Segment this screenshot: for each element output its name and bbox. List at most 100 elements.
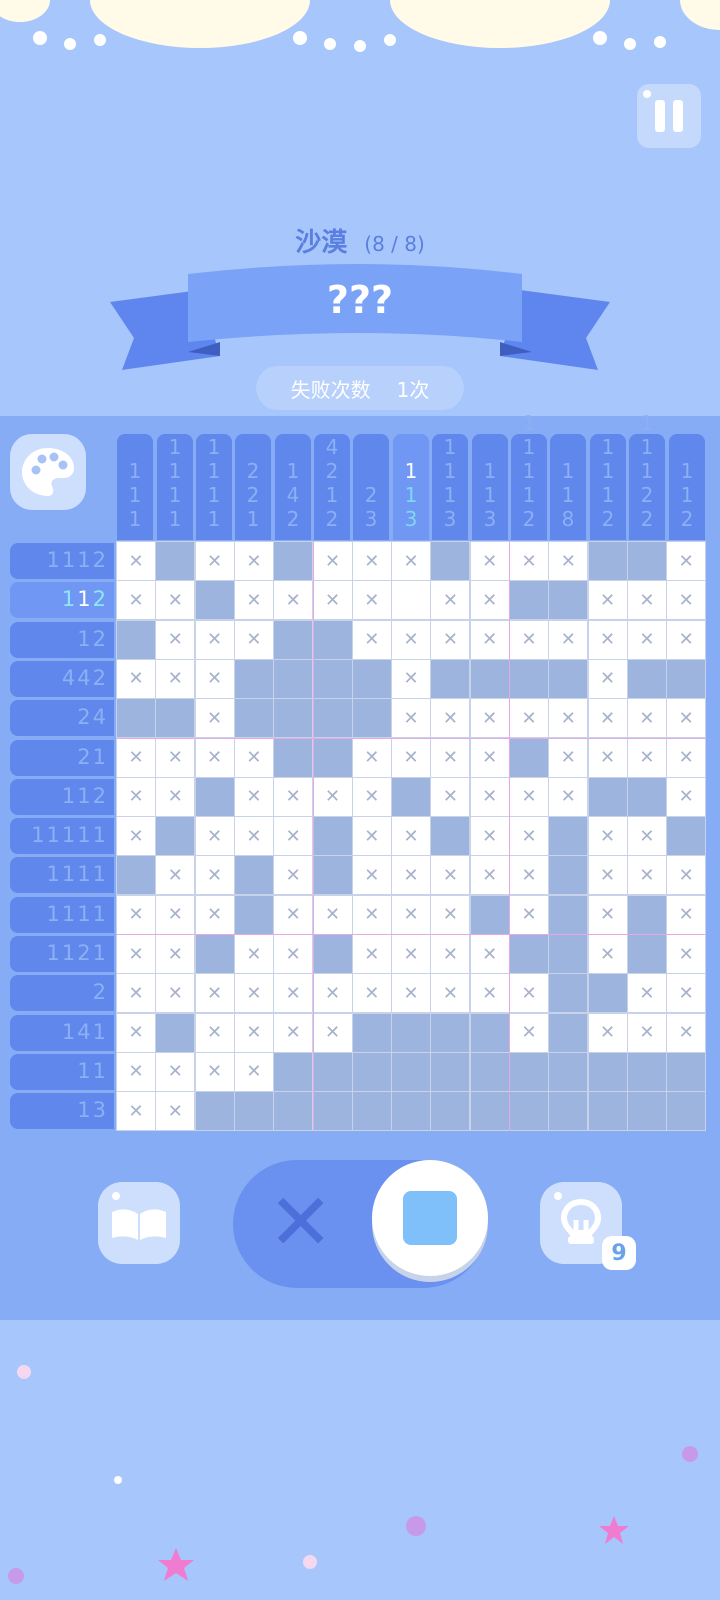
cross-icon[interactable]: ✕ [268,1184,333,1262]
grid-cell[interactable] [313,620,352,659]
grid-cell[interactable]: ✕ [667,856,706,895]
grid-cell[interactable] [627,1092,666,1131]
grid-cell[interactable]: ✕ [313,974,352,1013]
grid-cell[interactable] [392,777,431,816]
grid-cell[interactable]: ✕ [313,777,352,816]
grid-cell[interactable]: ✕ [117,738,155,777]
grid-cell[interactable]: ✕ [470,699,509,738]
grid-cell[interactable]: ✕ [549,777,588,816]
grid-cell[interactable]: ✕ [510,895,548,934]
grid-cell[interactable]: ✕ [431,620,470,659]
grid-cell[interactable]: ✕ [117,659,155,698]
grid-cell[interactable] [588,542,627,580]
grid-cell[interactable] [667,817,706,856]
grid-cell[interactable]: ✕ [392,620,431,659]
palette-button[interactable] [10,434,86,510]
grid-cell[interactable]: ✕ [234,542,273,580]
grid-cell[interactable]: ✕ [117,817,155,856]
grid-cell[interactable]: ✕ [117,581,155,620]
grid-cell[interactable]: ✕ [392,738,431,777]
grid-cell[interactable] [274,738,313,777]
grid-cell[interactable]: ✕ [470,777,509,816]
grid-cell[interactable]: ✕ [588,699,627,738]
grid-cell[interactable] [392,1092,431,1131]
grid-cell[interactable]: ✕ [352,738,391,777]
grid-cell[interactable]: ✕ [667,1013,706,1052]
grid-cell[interactable] [470,1092,509,1131]
grid-cell[interactable] [313,738,352,777]
grid-cell[interactable] [549,974,588,1013]
grid-cell[interactable]: ✕ [431,974,470,1013]
grid-cell[interactable] [234,659,273,698]
grid-cell[interactable] [431,1092,470,1131]
grid-cell[interactable]: ✕ [195,542,234,580]
grid-cell[interactable] [667,659,706,698]
grid-cell[interactable]: ✕ [274,974,313,1013]
grid-cell[interactable]: ✕ [156,659,195,698]
grid-cell[interactable]: ✕ [510,542,548,580]
grid-cell[interactable] [588,974,627,1013]
grid-cell[interactable] [117,856,155,895]
grid-cell[interactable]: ✕ [470,856,509,895]
grid-cell[interactable] [549,1052,588,1091]
grid-cell[interactable] [627,659,666,698]
grid-cell[interactable] [352,1052,391,1091]
grid-cell[interactable] [274,659,313,698]
grid-cell[interactable]: ✕ [234,738,273,777]
grid-cell[interactable]: ✕ [627,738,666,777]
grid-cell[interactable] [313,1052,352,1091]
grid-cell[interactable]: ✕ [627,1013,666,1052]
grid-cell[interactable]: ✕ [195,856,234,895]
grid-cell[interactable]: ✕ [352,895,391,934]
grid-cell[interactable]: ✕ [156,581,195,620]
grid-cell[interactable]: ✕ [510,817,548,856]
grid-cell[interactable]: ✕ [352,817,391,856]
grid-cell[interactable]: ✕ [431,738,470,777]
grid-cell[interactable] [274,542,313,580]
grid-cell[interactable] [431,1013,470,1052]
grid-cell[interactable]: ✕ [470,620,509,659]
grid-cell[interactable] [117,699,155,738]
grid-cell[interactable] [234,856,273,895]
grid-cell[interactable]: ✕ [431,777,470,816]
grid-cell[interactable]: ✕ [234,777,273,816]
grid-cell[interactable]: ✕ [274,935,313,973]
grid-cell[interactable]: ✕ [234,935,273,973]
grid-cell[interactable]: ✕ [588,817,627,856]
grid-cell[interactable] [156,699,195,738]
grid-cell[interactable] [274,699,313,738]
grid-cell[interactable] [627,935,666,973]
grid-cell[interactable]: ✕ [195,817,234,856]
grid-cell[interactable]: ✕ [156,620,195,659]
grid-cell[interactable]: ✕ [588,1013,627,1052]
grid-cell[interactable] [156,542,195,580]
grid-cell[interactable] [549,659,588,698]
grid-cell[interactable]: ✕ [352,777,391,816]
grid-cell[interactable]: ✕ [313,1013,352,1052]
grid-cell[interactable]: ✕ [392,699,431,738]
grid-cell[interactable] [156,1013,195,1052]
grid-cell[interactable]: ✕ [234,817,273,856]
grid-cell[interactable]: ✕ [588,856,627,895]
grid-cell[interactable]: ✕ [588,659,627,698]
grid-cell[interactable]: ✕ [156,1052,195,1091]
grid-cell[interactable] [234,699,273,738]
grid-cell[interactable]: ✕ [156,935,195,973]
grid-cell[interactable]: ✕ [195,1052,234,1091]
grid-cell[interactable]: ✕ [470,581,509,620]
grid-cell[interactable]: ✕ [588,581,627,620]
grid-cell[interactable]: ✕ [510,777,548,816]
grid-cell[interactable] [627,542,666,580]
grid-cell[interactable]: ✕ [588,935,627,973]
grid-cell[interactable]: ✕ [588,895,627,934]
grid-cell[interactable] [470,895,509,934]
grid-cell[interactable] [549,895,588,934]
grid-cell[interactable] [392,581,431,620]
grid-cell[interactable] [313,817,352,856]
grid-cell[interactable]: ✕ [627,699,666,738]
grid-cell[interactable]: ✕ [195,895,234,934]
grid-cell[interactable]: ✕ [195,974,234,1013]
grid-cell[interactable]: ✕ [588,620,627,659]
grid-cell[interactable] [627,777,666,816]
grid-cell[interactable]: ✕ [431,699,470,738]
